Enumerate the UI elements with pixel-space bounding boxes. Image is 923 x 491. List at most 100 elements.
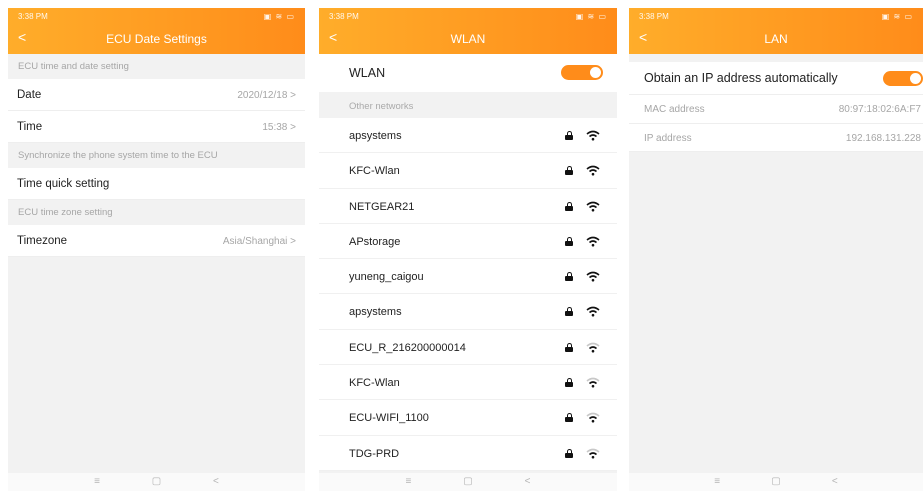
network-list-item[interactable]: ECU_R_216200000014 (319, 329, 617, 366)
auto-ip-label: Obtain an IP address automatically (644, 71, 838, 85)
nav-back-icon[interactable]: < (213, 476, 219, 487)
wifi-signal-icon (586, 412, 600, 423)
network-name: apsystems (349, 130, 402, 142)
menu-icon[interactable]: ≡ (405, 476, 411, 487)
time-quick-setting-row[interactable]: Time quick setting (8, 168, 305, 200)
network-name: apsystems (349, 306, 402, 319)
status-icons: ▣ ≋ ▭ (881, 12, 913, 21)
date-label: Date (17, 89, 42, 101)
lock-icon (565, 201, 573, 211)
network-name: yuneng_caigou (349, 271, 424, 284)
lock-icon (565, 378, 573, 388)
ip-address-value: 192.168.131.228 (845, 133, 921, 144)
wifi-signal-icon (586, 201, 600, 212)
page-title: LAN (764, 32, 788, 46)
status-time: 3:38 PM (639, 12, 669, 21)
lan-screen: 3:38 PM ▣ ≋ ▭ < LAN Obtain an IP address… (629, 8, 923, 491)
wifi-signal-icon (586, 165, 600, 176)
lock-icon (565, 131, 573, 140)
mac-address-label: MAC address (644, 104, 705, 115)
wifi-signal-icon (586, 271, 600, 282)
lan-content: Obtain an IP address automatically MAC a… (629, 54, 923, 473)
status-bar: 3:38 PM ▣ ≋ ▭ (639, 11, 913, 23)
timezone-row[interactable]: Timezone Asia/Shanghai > (8, 225, 305, 257)
status-time: 3:38 PM (329, 12, 359, 21)
wifi-signal-icon (586, 306, 600, 317)
nav-back-icon[interactable]: < (525, 476, 531, 487)
wifi-signal-icon (586, 236, 600, 247)
timezone-label: Timezone (17, 235, 68, 247)
app-header: 3:38 PM ▣ ≋ ▭ < LAN (629, 8, 923, 54)
ecu-date-settings-screen: 3:38 PM ▣ ≋ ▭ < ECU Date Settings ECU ti… (8, 8, 305, 491)
status-bar: 3:38 PM ▣ ≋ ▭ (18, 11, 295, 23)
network-list-item[interactable]: ECU-WIFI_1100 (319, 400, 617, 436)
settings-list: ECU time and date setting Date 2020/12/1… (8, 54, 305, 473)
system-nav-bar: ≡ ▢ < (319, 473, 617, 491)
section-header-date: ECU time and date setting (8, 54, 305, 79)
network-list-item[interactable]: apsystems (319, 294, 617, 330)
page-title: ECU Date Settings (106, 32, 207, 46)
ip-address-row: IP address 192.168.131.228 (629, 123, 923, 152)
section-header-timezone: ECU time zone setting (8, 200, 305, 225)
network-list-item[interactable]: NETGEAR21 (319, 188, 617, 224)
app-header: 3:38 PM ▣ ≋ ▭ < WLAN (319, 8, 617, 54)
status-icons: ▣ ≋ ▭ (575, 12, 607, 21)
network-name: ECU_R_216200000014 (349, 341, 466, 354)
page-title: WLAN (450, 32, 486, 46)
status-time: 3:38 PM (18, 12, 48, 21)
network-list-item[interactable]: KFC-Wlan (319, 365, 617, 401)
network-name: APstorage (349, 235, 401, 248)
lock-icon (565, 342, 573, 352)
network-name: NETGEAR21 (349, 200, 415, 213)
section-header-sync: Synchronize the phone system time to the… (8, 143, 305, 168)
auto-ip-row: Obtain an IP address automatically (629, 62, 923, 94)
time-label: Time (17, 121, 43, 133)
network-list-item[interactable]: APstorage (319, 223, 617, 260)
toggle-knob (590, 67, 601, 78)
network-list-item[interactable]: TDG-PRD (319, 435, 617, 471)
time-row[interactable]: Time 15:38 > (8, 111, 305, 143)
wlan-toggle[interactable] (561, 65, 603, 80)
date-row[interactable]: Date 2020/12/18 > (8, 79, 305, 111)
system-nav-bar: ≡ ▢ < (8, 473, 305, 491)
mac-address-row: MAC address 80:97:18:02:6A:F7 (629, 94, 923, 123)
lock-icon (565, 166, 573, 176)
date-value: 2020/12/18 > (237, 90, 296, 101)
menu-icon[interactable]: ≡ (714, 476, 720, 487)
network-list-item[interactable]: KFC-Wlan (319, 153, 617, 189)
system-nav-bar: ≡ ▢ < (629, 473, 923, 491)
wifi-signal-icon (586, 130, 600, 141)
toggle-knob (910, 73, 921, 84)
network-list-item[interactable]: apsystems (319, 118, 617, 154)
home-icon[interactable]: ▢ (771, 476, 780, 487)
wlan-content: WLAN Other networks apsystems KFC-Wlan NET… (319, 54, 617, 473)
lock-icon (565, 413, 573, 423)
menu-icon[interactable]: ≡ (94, 476, 100, 487)
wifi-signal-icon (586, 377, 600, 388)
network-name: ECU-WIFI_1100 (349, 412, 429, 425)
app-header: 3:38 PM ▣ ≋ ▭ < ECU Date Settings (8, 8, 305, 54)
network-list-item[interactable]: yuneng_caigou (319, 259, 617, 295)
wlan-label: WLAN (349, 66, 386, 80)
lock-icon (565, 448, 573, 458)
home-icon[interactable]: ▢ (463, 476, 472, 487)
status-bar: 3:38 PM ▣ ≋ ▭ (329, 11, 607, 23)
network-list: apsystems KFC-Wlan NETGEAR21 APstorage yunen… (319, 118, 617, 471)
lock-icon (565, 272, 573, 282)
wlan-screen: 3:38 PM ▣ ≋ ▭ < WLAN WLAN Other networks… (319, 8, 617, 491)
wifi-signal-icon (586, 342, 600, 353)
wlan-toggle-row: WLAN (319, 54, 617, 92)
time-quick-setting-label: Time quick setting (17, 178, 110, 190)
lock-icon (565, 236, 573, 246)
home-icon[interactable]: ▢ (152, 476, 161, 487)
network-name: TDG-PRD (349, 447, 400, 460)
time-value: 15:38 > (262, 122, 296, 133)
ip-address-label: IP address (644, 133, 692, 144)
auto-ip-toggle[interactable] (883, 71, 923, 86)
timezone-value: Asia/Shanghai > (222, 236, 296, 247)
spacer (629, 54, 923, 62)
network-name: KFC-Wlan (349, 165, 400, 178)
nav-back-icon[interactable]: < (832, 476, 838, 487)
other-networks-header: Other networks (319, 92, 617, 118)
network-name: KFC-Wlan (349, 377, 400, 390)
